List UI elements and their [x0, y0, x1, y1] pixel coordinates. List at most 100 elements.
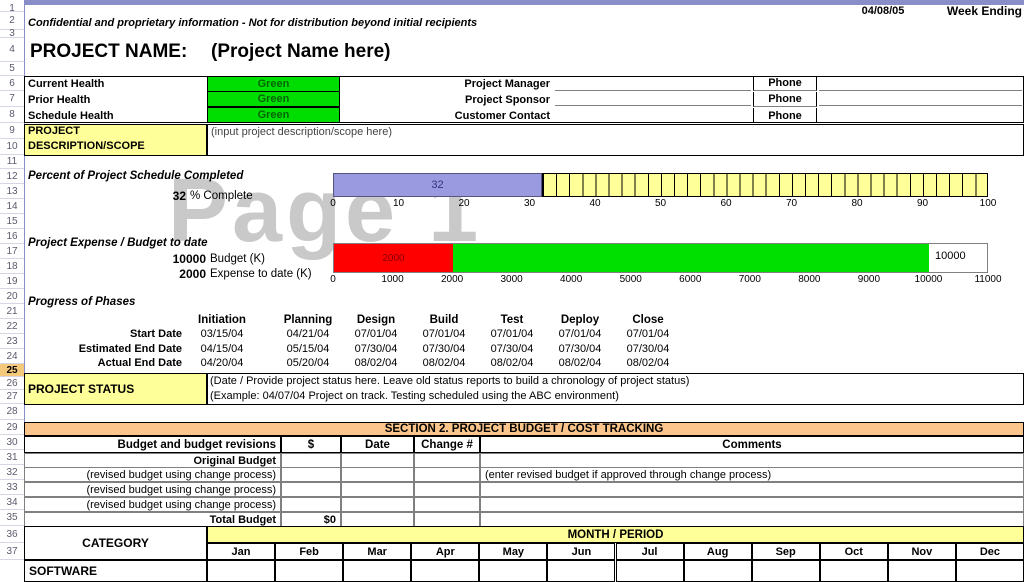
- section2-cell-3-date[interactable]: [341, 497, 414, 512]
- section2-cell-4-change-number[interactable]: [414, 512, 480, 527]
- section2-cell-0-revision-label[interactable]: Original Budget: [24, 453, 281, 468]
- section2-cell-0-amount[interactable]: [281, 453, 341, 468]
- software-cell-mar[interactable]: [343, 560, 411, 582]
- row-header-21[interactable]: 21: [0, 304, 24, 319]
- row-header-8[interactable]: 8: [0, 107, 24, 123]
- expense-budget-value[interactable]: 10000: [120, 251, 206, 266]
- phase-cell-1-0[interactable]: 04/15/04: [186, 342, 258, 356]
- phase-cell-0-3[interactable]: 07/01/04: [408, 327, 480, 341]
- section2-cell-3-amount[interactable]: [281, 497, 341, 512]
- row-header-28[interactable]: 28: [0, 404, 24, 420]
- contact-name-2[interactable]: [555, 108, 751, 122]
- section2-cell-0-comments[interactable]: [480, 453, 1024, 468]
- phase-cell-1-6[interactable]: 07/30/04: [612, 342, 684, 356]
- health-status-2[interactable]: Green: [207, 107, 340, 123]
- contact-phone-1[interactable]: [819, 92, 1022, 106]
- section2-cell-1-date[interactable]: [341, 467, 414, 482]
- row-header-5[interactable]: 5: [0, 62, 24, 76]
- row-header-24[interactable]: 24: [0, 349, 24, 364]
- phase-cell-0-5[interactable]: 07/01/04: [544, 327, 616, 341]
- section2-cell-1-revision-label[interactable]: (revised budget using change process): [24, 467, 281, 482]
- phase-cell-1-4[interactable]: 07/30/04: [476, 342, 548, 356]
- section2-cell-4-amount[interactable]: $0: [281, 512, 341, 527]
- section2-cell-1-amount[interactable]: [281, 467, 341, 482]
- contact-name-1[interactable]: [555, 92, 751, 106]
- phase-cell-2-0[interactable]: 04/20/04: [186, 356, 258, 370]
- software-cell-apr[interactable]: [411, 560, 479, 582]
- section2-cell-1-change-number[interactable]: [414, 467, 480, 482]
- row-header-11[interactable]: 11: [0, 155, 24, 169]
- section2-cell-1-comments[interactable]: (enter revised budget if approved throug…: [480, 467, 1024, 482]
- row-header-9[interactable]: 9: [0, 123, 24, 139]
- software-cell-nov[interactable]: [888, 560, 956, 582]
- row-header-36[interactable]: 36: [0, 526, 24, 543]
- software-cell-jun[interactable]: [547, 560, 615, 582]
- phase-cell-2-3[interactable]: 08/02/04: [408, 356, 480, 370]
- software-cell-aug[interactable]: [684, 560, 752, 582]
- section2-cell-2-revision-label[interactable]: (revised budget using change process): [24, 482, 281, 497]
- expense-todate-value[interactable]: 2000: [120, 266, 206, 281]
- row-header-29[interactable]: 29: [0, 420, 24, 435]
- phase-cell-2-4[interactable]: 08/02/04: [476, 356, 548, 370]
- phase-cell-2-2[interactable]: 08/02/04: [340, 356, 412, 370]
- phase-cell-0-2[interactable]: 07/01/04: [340, 327, 412, 341]
- row-header-3[interactable]: 3: [0, 30, 24, 38]
- section2-cell-3-revision-label[interactable]: (revised budget using change process): [24, 497, 281, 512]
- row-header-30[interactable]: 30: [0, 435, 24, 450]
- phase-cell-0-6[interactable]: 07/01/04: [612, 327, 684, 341]
- section2-cell-4-revision-label[interactable]: Total Budget: [24, 512, 281, 527]
- section2-cell-3-change-number[interactable]: [414, 497, 480, 512]
- phase-cell-2-5[interactable]: 08/02/04: [544, 356, 616, 370]
- phase-cell-1-3[interactable]: 07/30/04: [408, 342, 480, 356]
- section2-cell-2-date[interactable]: [341, 482, 414, 497]
- row-header-18[interactable]: 18: [0, 259, 24, 274]
- section2-cell-3-comments[interactable]: [480, 497, 1024, 512]
- software-cell-may[interactable]: [479, 560, 547, 582]
- row-header-1[interactable]: 1: [0, 5, 24, 12]
- row-header-19[interactable]: 19: [0, 274, 24, 289]
- category-row-software[interactable]: SOFTWARE: [24, 560, 207, 582]
- row-header-35[interactable]: 35: [0, 510, 24, 526]
- schedule-percent-value[interactable]: 32: [120, 188, 186, 203]
- section2-cell-2-change-number[interactable]: [414, 482, 480, 497]
- phase-cell-1-1[interactable]: 05/15/04: [272, 342, 344, 356]
- row-header-34[interactable]: 34: [0, 495, 24, 510]
- section2-cell-4-comments[interactable]: [480, 512, 1024, 527]
- phase-cell-1-2[interactable]: 07/30/04: [340, 342, 412, 356]
- row-header-6[interactable]: 6: [0, 76, 24, 91]
- software-cell-feb[interactable]: [275, 560, 343, 582]
- row-header-16[interactable]: 16: [0, 229, 24, 244]
- row-header-25[interactable]: 25: [0, 364, 24, 377]
- row-header-4[interactable]: 4: [0, 38, 24, 62]
- software-cell-jan[interactable]: [207, 560, 275, 582]
- row-header-14[interactable]: 14: [0, 199, 24, 214]
- phase-cell-2-6[interactable]: 08/02/04: [612, 356, 684, 370]
- row-header-13[interactable]: 13: [0, 184, 24, 199]
- row-header-22[interactable]: 22: [0, 319, 24, 334]
- row-header-32[interactable]: 32: [0, 465, 24, 480]
- software-cell-jul[interactable]: [616, 560, 684, 582]
- row-header-37[interactable]: 37: [0, 543, 24, 560]
- row-header-10[interactable]: 10: [0, 139, 24, 155]
- project-name-value[interactable]: (Project Name here): [211, 40, 541, 64]
- contact-phone-2[interactable]: [819, 108, 1022, 122]
- row-header-31[interactable]: 31: [0, 450, 24, 465]
- phase-cell-0-1[interactable]: 04/21/04: [272, 327, 344, 341]
- section2-cell-0-date[interactable]: [341, 453, 414, 468]
- phase-cell-0-4[interactable]: 07/01/04: [476, 327, 548, 341]
- row-header-15[interactable]: 15: [0, 214, 24, 229]
- row-header-17[interactable]: 17: [0, 244, 24, 259]
- row-header-26[interactable]: 26: [0, 377, 24, 390]
- health-status-1[interactable]: Green: [207, 91, 340, 107]
- row-header-12[interactable]: 12: [0, 169, 24, 184]
- row-header-33[interactable]: 33: [0, 480, 24, 495]
- software-cell-dec[interactable]: [956, 560, 1024, 582]
- row-header-20[interactable]: 20: [0, 289, 24, 304]
- health-status-0[interactable]: Green: [207, 76, 340, 92]
- section2-cell-4-date[interactable]: [341, 512, 414, 527]
- phase-cell-0-0[interactable]: 03/15/04: [186, 327, 258, 341]
- section2-cell-2-amount[interactable]: [281, 482, 341, 497]
- software-cell-oct[interactable]: [820, 560, 888, 582]
- contact-name-0[interactable]: [555, 77, 751, 91]
- section2-cell-0-change-number[interactable]: [414, 453, 480, 468]
